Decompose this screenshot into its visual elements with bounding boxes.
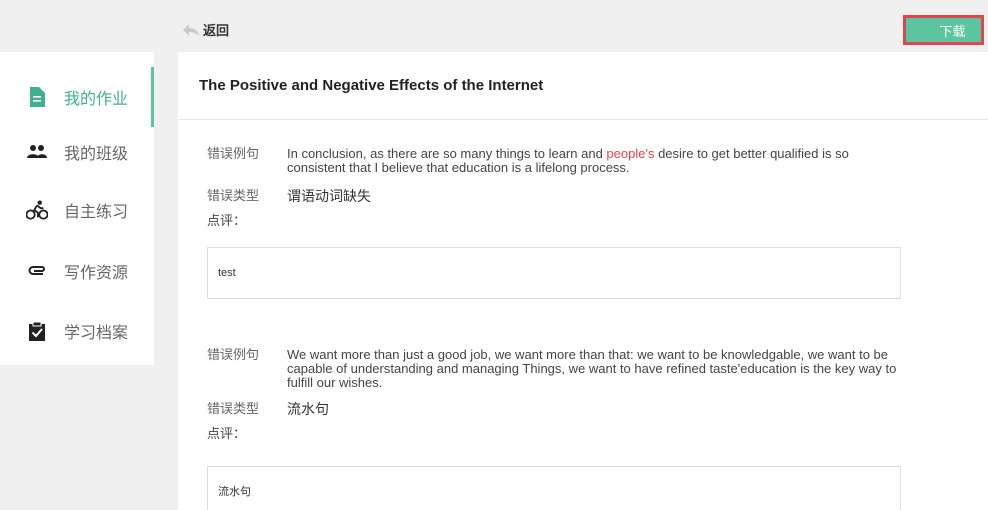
error-example-row: 错误例句 In conclusion, as there are so many… — [207, 147, 907, 175]
paperclip-icon — [26, 260, 48, 282]
error-example-text: In conclusion, as there are so many thin… — [287, 146, 849, 175]
users-icon — [26, 141, 48, 163]
sidebar-item-label: 学习档案 — [64, 325, 129, 342]
sidebar-item-class[interactable]: 我的班级 — [0, 122, 154, 182]
sidebar-item-label: 写作资源 — [64, 265, 129, 282]
sidebar-item-practice[interactable]: 自主练习 — [0, 180, 154, 240]
clipboard-check-icon — [26, 320, 48, 342]
error-type-row: 错误类型 谓语动词缺失 — [207, 188, 907, 204]
error-type-value: 谓语动词缺失 — [287, 188, 371, 204]
error-example-row: 错误例句 We want more than just a good job, … — [207, 348, 907, 390]
error-type-value: 流水句 — [287, 401, 329, 417]
back-arrow-icon — [183, 23, 199, 36]
error-highlight: people's — [606, 146, 655, 161]
document-icon — [26, 86, 48, 108]
error-example-label: 错误例句 — [207, 146, 260, 161]
error-example-text: We want more than just a good job, we wa… — [287, 347, 897, 390]
sidebar-item-archive[interactable]: 学习档案 — [0, 301, 154, 361]
bicycle-icon — [26, 199, 48, 221]
error-type-row: 错误类型 流水句 — [207, 401, 907, 417]
sidebar: 我的作业 我的班级 自主练习 写作资源 学习档案 — [0, 52, 154, 365]
comment-label: 点评： — [207, 213, 247, 228]
error-example-label: 错误例句 — [207, 347, 260, 362]
error-type-label: 错误类型 — [207, 188, 260, 203]
error-entry: 错误例句 In conclusion, as there are so many… — [207, 147, 907, 229]
page-title: The Positive and Negative Effects of the… — [178, 52, 988, 120]
sidebar-item-resources[interactable]: 写作资源 — [0, 241, 154, 301]
back-label: 返回 — [203, 23, 230, 38]
error-entry: 错误例句 We want more than just a good job, … — [207, 348, 907, 442]
sidebar-item-label: 我的作业 — [64, 91, 129, 108]
sidebar-item-label: 我的班级 — [64, 146, 129, 163]
back-link[interactable]: 返回 — [182, 20, 229, 39]
comment-box[interactable]: 流水句 — [207, 466, 901, 510]
sidebar-item-label: 自主练习 — [64, 204, 129, 221]
main-panel: The Positive and Negative Effects of the… — [178, 52, 988, 510]
error-type-label: 错误类型 — [207, 401, 260, 416]
comment-box[interactable]: test — [207, 247, 901, 299]
sidebar-item-homework[interactable]: 我的作业 — [0, 67, 154, 127]
download-button[interactable]: 下载 — [903, 15, 984, 45]
comment-label: 点评： — [207, 426, 247, 441]
